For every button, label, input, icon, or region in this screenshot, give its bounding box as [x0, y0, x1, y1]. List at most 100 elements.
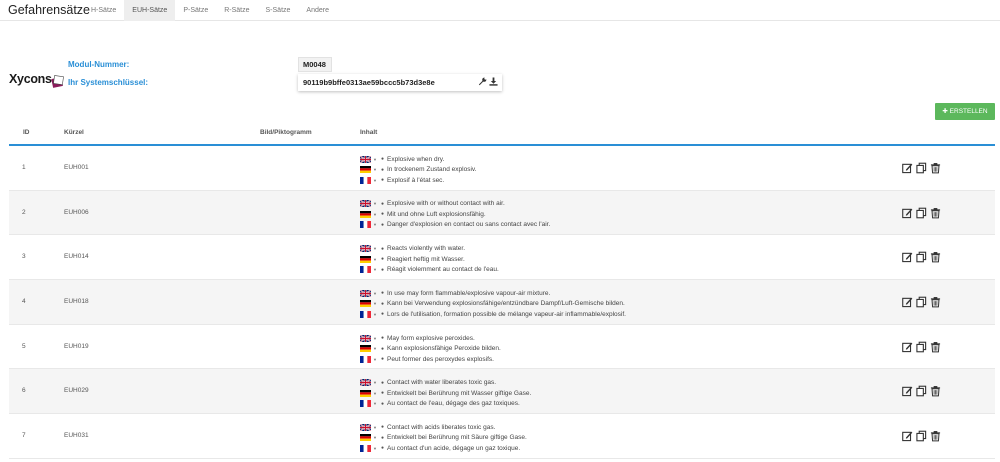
flag-de-icon[interactable]	[360, 300, 371, 308]
tab-euh-saetze[interactable]: EUH-Sätze	[124, 0, 176, 21]
bullet-icon: ●	[380, 434, 384, 441]
download-icon[interactable]	[489, 77, 498, 86]
row-id: 3	[22, 253, 26, 261]
bullet-icon: ●	[380, 256, 384, 263]
caret-down-icon[interactable]: ▼	[373, 212, 377, 217]
edit-icon[interactable]	[902, 207, 913, 219]
caret-down-icon[interactable]: ▼	[373, 391, 377, 396]
caret-down-icon[interactable]: ▼	[373, 257, 377, 262]
delete-icon[interactable]	[930, 162, 941, 174]
caret-down-icon[interactable]: ▼	[373, 178, 377, 183]
text-de: Reagiert heftig mit Wasser.	[387, 255, 465, 263]
tab-andere[interactable]: Andere	[298, 0, 337, 21]
flag-fr-icon[interactable]	[360, 310, 371, 318]
delete-icon[interactable]	[930, 385, 941, 397]
text-de: In trockenem Zustand explosiv.	[387, 166, 477, 174]
caret-down-icon[interactable]: ▼	[373, 312, 377, 317]
flag-fr-icon[interactable]	[360, 176, 371, 184]
caret-down-icon[interactable]: ▼	[373, 380, 377, 385]
edit-icon[interactable]	[902, 430, 913, 442]
caret-down-icon[interactable]: ▼	[373, 336, 377, 341]
copy-icon[interactable]	[916, 207, 927, 219]
row-code: EUH014	[64, 253, 89, 261]
column-header-pictogram[interactable]: Bild/Piktogramm	[260, 129, 312, 136]
flag-de-icon[interactable]	[360, 166, 371, 174]
tab-p-saetze[interactable]: P-Sätze	[175, 0, 216, 21]
caret-down-icon[interactable]: ▼	[373, 435, 377, 440]
row-code: EUH006	[64, 208, 89, 216]
flag-fr-icon[interactable]	[360, 221, 371, 229]
tab-h-saetze[interactable]: H-Sätze	[83, 0, 124, 21]
flag-uk-icon[interactable]	[360, 245, 371, 253]
caret-down-icon[interactable]: ▼	[373, 291, 377, 296]
tab-s-saetze[interactable]: S-Sätze	[258, 0, 299, 21]
edit-icon[interactable]	[902, 296, 913, 308]
row-content: ▼ ● Explosive with or without contact wi…	[360, 199, 550, 231]
caret-down-icon[interactable]: ▼	[373, 401, 377, 406]
caret-down-icon[interactable]: ▼	[373, 167, 377, 172]
delete-icon[interactable]	[930, 296, 941, 308]
flag-de-icon[interactable]	[360, 434, 371, 442]
flag-uk-icon[interactable]	[360, 155, 371, 163]
edit-icon[interactable]	[902, 251, 913, 263]
copy-icon[interactable]	[916, 341, 927, 353]
flag-de-icon[interactable]	[360, 389, 371, 397]
logo-text: Xycons	[9, 72, 52, 86]
copy-icon[interactable]	[916, 296, 927, 308]
caret-down-icon[interactable]: ▼	[373, 301, 377, 306]
delete-icon[interactable]	[930, 251, 941, 263]
copy-icon[interactable]	[916, 430, 927, 442]
flag-de-icon[interactable]	[360, 255, 371, 263]
caret-down-icon[interactable]: ▼	[373, 346, 377, 351]
bullet-icon: ●	[380, 221, 384, 228]
delete-icon[interactable]	[930, 207, 941, 219]
caret-down-icon[interactable]: ▼	[373, 157, 377, 162]
table-row: 4 EUH018 ▼ ● In use may form flammable/e…	[9, 280, 995, 325]
caret-down-icon[interactable]: ▼	[373, 246, 377, 251]
caret-down-icon[interactable]: ▼	[373, 267, 377, 272]
caret-down-icon[interactable]: ▼	[373, 201, 377, 206]
edit-icon[interactable]	[902, 385, 913, 397]
column-header-code[interactable]: Kürzel	[64, 129, 84, 136]
wrench-icon[interactable]	[478, 77, 487, 86]
caret-down-icon[interactable]: ▼	[373, 446, 377, 451]
lang-line-en: ▼ ● Contact with acids liberates toxic g…	[360, 422, 527, 433]
column-header-id[interactable]: ID	[23, 129, 30, 136]
flag-fr-icon[interactable]	[360, 266, 371, 274]
caret-down-icon[interactable]: ▼	[373, 222, 377, 227]
delete-icon[interactable]	[930, 341, 941, 353]
flag-fr-icon[interactable]	[360, 355, 371, 363]
lang-line-de: ▼ ● Entwickelt bei Berührung mit Säure g…	[360, 433, 527, 444]
row-actions	[902, 341, 941, 353]
flag-de-icon[interactable]	[360, 345, 371, 352]
flag-uk-icon[interactable]	[360, 379, 371, 387]
bullet-icon: ●	[380, 356, 384, 362]
text-en: Explosive when dry.	[387, 155, 445, 163]
flag-fr-icon[interactable]	[360, 400, 371, 408]
module-number-value: M0048	[298, 57, 332, 72]
flag-uk-icon[interactable]	[360, 334, 371, 342]
copy-icon[interactable]	[916, 251, 927, 263]
flag-de-icon[interactable]	[360, 210, 371, 218]
flag-fr-icon[interactable]	[360, 444, 371, 452]
tab-r-saetze[interactable]: R-Sätze	[216, 0, 257, 21]
row-id: 2	[22, 208, 26, 216]
table-row: 1 EUH001 ▼ ● Explosive when dry. ▼ ● In …	[9, 146, 995, 191]
delete-icon[interactable]	[930, 430, 941, 442]
edit-icon[interactable]	[902, 162, 913, 174]
create-button[interactable]: ✚ ERSTELLEN	[935, 103, 995, 120]
flag-uk-icon[interactable]	[360, 289, 371, 297]
caret-down-icon[interactable]: ▼	[373, 425, 377, 430]
bullet-icon: ●	[380, 390, 384, 397]
text-fr: Explosif à l'état sec.	[387, 176, 445, 184]
lang-line-fr: ▼ ● Lors de l'utilisation, formation pos…	[360, 309, 626, 320]
caret-down-icon[interactable]: ▼	[373, 357, 377, 362]
hazard-table-body: 1 EUH001 ▼ ● Explosive when dry. ▼ ● In …	[9, 146, 995, 459]
flag-uk-icon[interactable]	[360, 200, 371, 208]
copy-icon[interactable]	[916, 385, 927, 397]
row-code: EUH001	[64, 164, 89, 171]
flag-uk-icon[interactable]	[360, 423, 371, 431]
copy-icon[interactable]	[916, 162, 927, 174]
column-header-content[interactable]: Inhalt	[360, 129, 377, 136]
edit-icon[interactable]	[902, 341, 913, 353]
